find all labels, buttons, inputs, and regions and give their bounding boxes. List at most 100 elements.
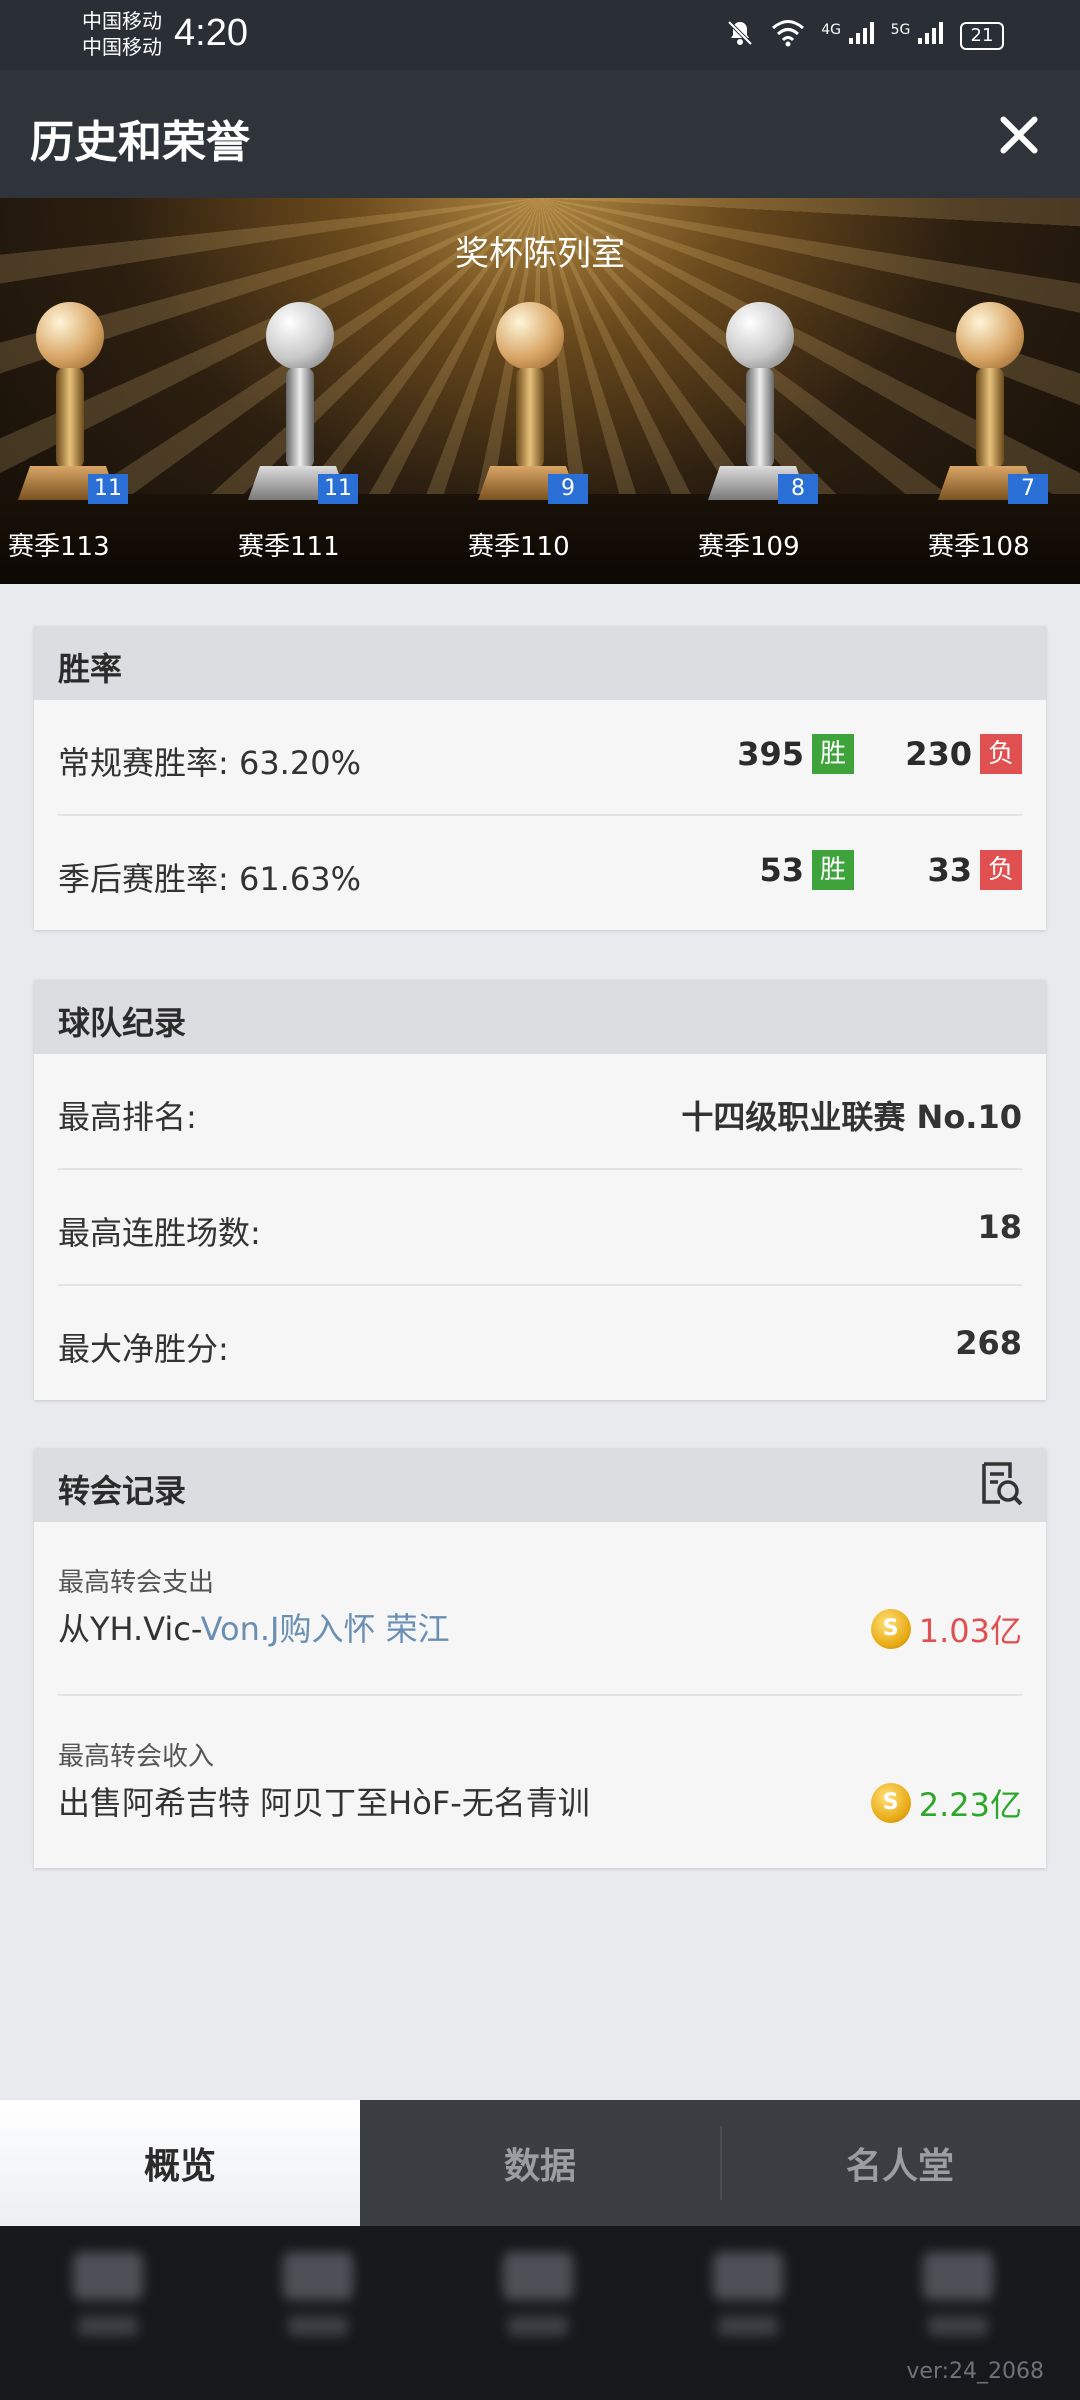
card-header: 球队纪录 <box>34 980 1046 1054</box>
trophy-item[interactable]: 11 赛季113 <box>8 294 158 584</box>
title-bar: 历史和荣誉 <box>0 70 1080 198</box>
trophy-ball-icon <box>726 302 794 370</box>
trophy-stem <box>286 368 314 468</box>
search-document-icon[interactable] <box>976 1460 1024 1508</box>
carrier-info: 中国移动 中国移动 <box>82 8 162 60</box>
losses-group: 33 负 <box>927 850 1022 890</box>
trophy-count-badge: 11 <box>318 474 358 504</box>
team-record-rows: 最高排名: 十四级职业联赛 No.10 最高连胜场数: 18 最大净胜分: 268 <box>34 1054 1046 1400</box>
win-tag: 胜 <box>812 850 854 890</box>
mute-icon <box>725 18 755 54</box>
nav-item-blurred[interactable] <box>278 2252 358 2362</box>
tab-item[interactable]: 数据 <box>360 2100 720 2226</box>
record-value: 18 <box>977 1208 1022 1246</box>
carrier-1: 中国移动 <box>82 9 162 33</box>
trophy-count-badge: 8 <box>778 474 818 504</box>
transfer-row[interactable]: 最高转会收入出售阿希吉特 阿贝丁至HòF-无名青训 S 2.23亿 <box>58 1696 1022 1868</box>
trophy-ball-icon <box>36 302 104 370</box>
tab-item[interactable]: 名人堂 <box>720 2100 1080 2226</box>
wins-count: 395 <box>737 735 804 773</box>
transfer-record-card: 转会记录 最高转会支出 从YH.Vic-Von.J购入怀 荣江 S 1.03亿 最高转会… <box>34 1448 1046 1868</box>
coin-icon: S <box>870 1783 911 1823</box>
trophy-room-title: 奖杯陈列室 <box>455 234 625 274</box>
record-value: 268 <box>955 1324 1022 1362</box>
trophy-season-label: 赛季109 <box>698 532 800 562</box>
trophy-count-badge: 7 <box>1008 474 1048 504</box>
nav-item-blurred[interactable] <box>68 2252 148 2362</box>
transfer-amount-group: S 1.03亿 <box>870 1606 1022 1652</box>
team-record-row: 最大净胜分: 268 <box>58 1286 1022 1400</box>
trophy-season-label: 赛季108 <box>928 532 1030 562</box>
nav-item-blurred[interactable] <box>708 2252 788 2362</box>
transfer-description: 出售阿希吉特 阿贝丁至HòF-无名青训 <box>58 1778 590 1824</box>
team-record-card: 球队纪录 最高排名: 十四级职业联赛 No.10 最高连胜场数: 18 最大净胜分: 26… <box>34 980 1046 1400</box>
card-header: 转会记录 <box>34 1448 1046 1522</box>
trophy-count-badge: 9 <box>548 474 588 504</box>
nav-item-blurred[interactable] <box>498 2252 578 2362</box>
transfer-amount: 2.23亿 <box>918 1786 1022 1824</box>
wins-count: 53 <box>759 851 804 889</box>
trophy-season-label: 赛季111 <box>238 532 340 562</box>
win-rate-label: 常规赛胜率: 63.20% <box>58 744 361 782</box>
losses-group: 230 负 <box>905 734 1022 774</box>
coin-icon: S <box>870 1609 911 1649</box>
win-rate-card: 胜率 常规赛胜率: 63.20% 395 胜 230 负季后赛胜率: 61.63% 53 胜… <box>34 626 1046 930</box>
win-rate-title: 胜率 <box>58 650 123 688</box>
transfer-label: 最高转会收入 <box>58 1742 215 1772</box>
trophy-ball-icon <box>266 302 334 370</box>
record-label: 最大净胜分: <box>58 1330 229 1368</box>
close-icon[interactable] <box>994 110 1044 160</box>
trophy-item[interactable]: 11 赛季111 <box>238 294 388 584</box>
trophy-stem <box>516 368 544 468</box>
trophy-ball-icon <box>496 302 564 370</box>
win-rate-row: 季后赛胜率: 61.63% 53 胜 33 负 <box>58 816 1022 930</box>
loss-tag: 负 <box>980 850 1022 890</box>
trophy-stem <box>976 368 1004 468</box>
win-tag: 胜 <box>812 734 854 774</box>
tab-bar: 概览 数据 名人堂 <box>0 2100 1080 2226</box>
nav-item-blurred[interactable] <box>918 2252 998 2362</box>
trophy-room: 奖杯陈列室 11 赛季113 11 赛季111 9 赛季110 8 赛季109 7 赛季108 <box>0 198 1080 584</box>
clock: 4:20 <box>174 12 248 54</box>
tab-item[interactable]: 概览 <box>0 2100 360 2226</box>
team-record-title: 球队纪录 <box>58 1004 187 1042</box>
trophy-stem <box>746 368 774 468</box>
trophy-season-label: 赛季110 <box>468 532 570 562</box>
status-bar: 中国移动 中国移动 4:20 4G 5G 21 <box>0 0 1080 70</box>
win-rate-rows: 常规赛胜率: 63.20% 395 胜 230 负季后赛胜率: 61.63% 53 胜 33 负 <box>34 700 1046 930</box>
wins-group: 395 胜 <box>737 734 854 774</box>
losses-count: 33 <box>927 851 972 889</box>
loss-tag: 负 <box>980 734 1022 774</box>
transfer-row[interactable]: 最高转会支出从YH.Vic-Von.J购入怀 荣江 S 1.03亿 <box>58 1522 1022 1696</box>
wifi-icon <box>771 19 805 53</box>
record-value: 十四级职业联赛 No.10 <box>681 1098 1022 1136</box>
team-record-row: 最高排名: 十四级职业联赛 No.10 <box>58 1054 1022 1170</box>
transfer-description: 从YH.Vic-Von.J购入怀 荣江 <box>58 1604 450 1650</box>
signal-icon: 4G <box>821 22 874 50</box>
losses-count: 230 <box>905 735 972 773</box>
trophy-count-badge: 11 <box>88 474 128 504</box>
trophy-stem <box>56 368 84 468</box>
transfer-text: 出售阿希吉特 阿贝丁至HòF-无名青训 <box>58 1784 590 1822</box>
trophy-item[interactable]: 9 赛季110 <box>468 294 618 584</box>
transfer-amount: 1.03亿 <box>918 1612 1022 1650</box>
trophy-ball-icon <box>956 302 1024 370</box>
transfer-text: 从YH.Vic- <box>58 1610 201 1648</box>
transfer-label: 最高转会支出 <box>58 1568 215 1598</box>
trophy-item[interactable]: 7 赛季108 <box>928 294 1078 584</box>
trophy-item[interactable]: 8 赛季109 <box>698 294 848 584</box>
win-rate-row: 常规赛胜率: 63.20% 395 胜 230 负 <box>58 700 1022 816</box>
signal-icon-2: 5G <box>891 22 944 50</box>
trophy-season-label: 赛季113 <box>8 532 110 562</box>
bottom-nav: ver:24_2068 <box>0 2226 1080 2400</box>
win-rate-label: 季后赛胜率: 61.63% <box>58 860 361 898</box>
card-header: 胜率 <box>34 626 1046 700</box>
carrier-2: 中国移动 <box>82 35 162 59</box>
record-label: 最高排名: <box>58 1098 197 1136</box>
status-icons: 4G 5G 21 <box>725 18 1004 54</box>
transfer-link[interactable]: Von.J购入怀 荣江 <box>201 1610 450 1648</box>
transfer-amount-group: S 2.23亿 <box>870 1780 1022 1826</box>
team-record-row: 最高连胜场数: 18 <box>58 1170 1022 1286</box>
battery-icon: 21 <box>960 22 1004 50</box>
page-title: 历史和荣誉 <box>30 117 250 168</box>
